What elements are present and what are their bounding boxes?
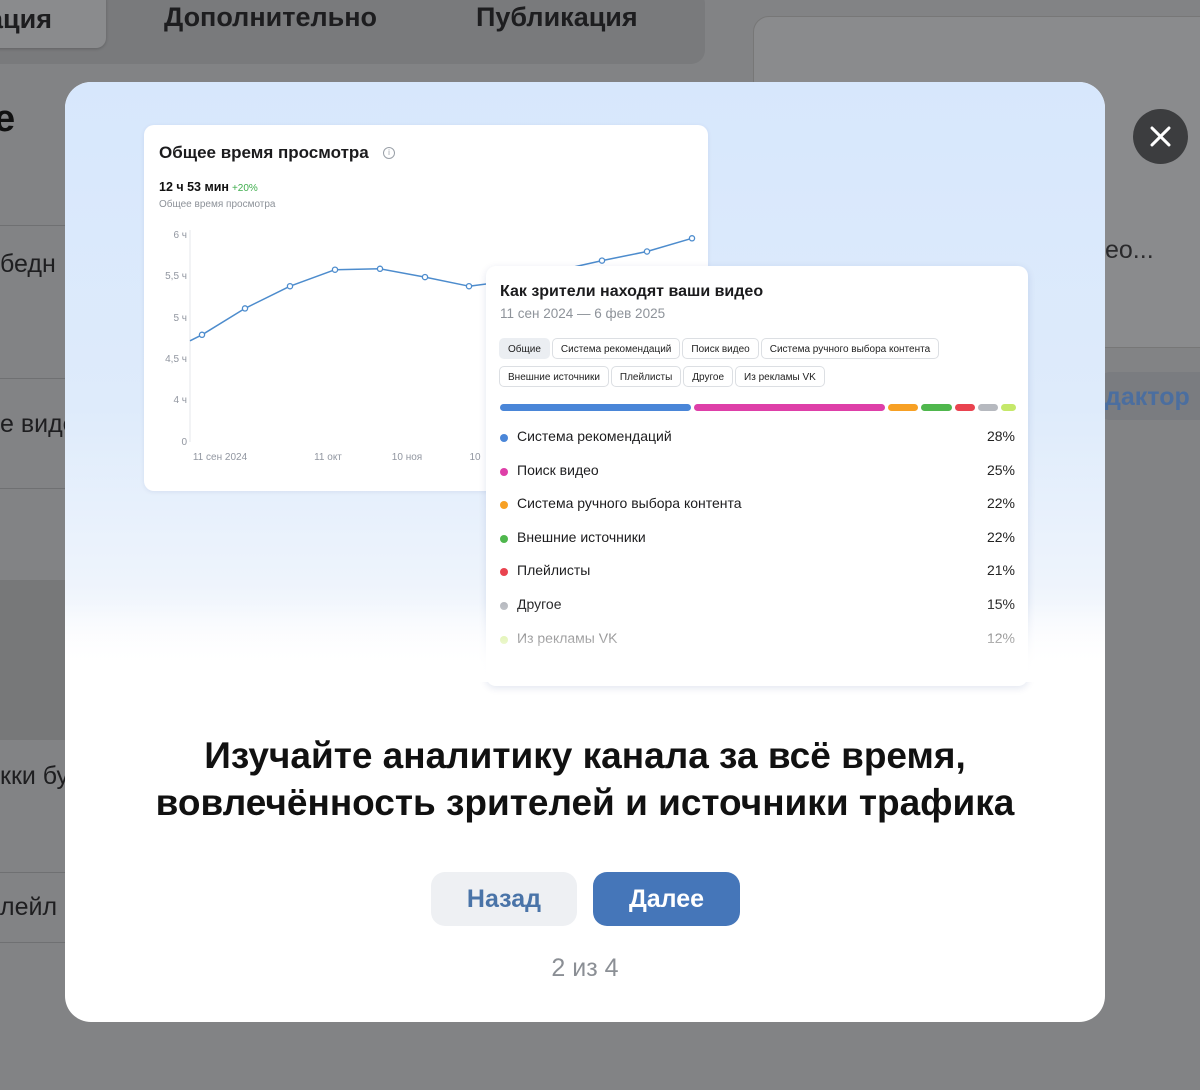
legend-row: Система ручного выбора контента 22% [500,493,1015,527]
y-tick-label: 6 ч [173,230,187,241]
stacked-bar-segment [500,404,692,411]
watchtime-data-point [198,331,206,339]
x-tick-label: 10 ноя [392,452,422,463]
background-tab-info[interactable]: мация [0,0,106,48]
source-filter-chip[interactable]: Поиск видео [682,338,759,359]
source-filter-chip[interactable]: Другое [683,366,734,387]
legend-row: Внешние источники 22% [500,527,1015,561]
watchtime-data-point [376,265,384,273]
stacked-bar-segment [977,404,998,411]
hero-fade [65,602,1105,682]
legend-label: Поиск видео [517,461,599,478]
background-editor-label: дактор [1105,383,1190,411]
step-indicator: 2 из 4 [551,954,619,982]
y-tick-label: 5 ч [173,313,187,324]
background-right-text: ео... [1105,236,1154,264]
traffic-sources-date-range: 11 сен 2024 — 6 фев 2025 [500,306,666,321]
background-divider [0,378,66,379]
watchtime-data-point [598,257,606,264]
legend-dot [500,434,508,442]
watchtime-data-point [331,266,339,273]
legend-dot [500,568,508,577]
y-tick-label: 0 [181,437,187,448]
source-filter-chips: Общие Система рекомендаций Поиск видео Сист… [499,338,999,394]
background-divider [0,225,66,226]
stacked-bar-segment [888,404,919,411]
legend-label: Внешние источники [517,528,646,545]
background-divider [0,872,66,873]
background-divider [0,488,66,489]
source-filter-chip[interactable]: Система рекомендаций [551,338,681,359]
source-filter-chip[interactable]: Общие [499,338,550,359]
legend-label: Плейлисты [517,562,591,579]
legend-label: Система рекомендаций [517,428,672,444]
watchtime-data-point [465,282,473,290]
background-tab-publication[interactable]: Публикация [476,2,638,33]
y-tick-label: 4 ч [173,395,187,406]
headline-line-1: Изучайте аналитику канала за всё время, [204,735,966,776]
stacked-bar-segment [921,404,952,411]
background-divider [0,942,66,943]
legend-value: 28% [986,428,1015,444]
headline-line-2: вовлечённость зрителей и источники трафи… [155,782,1015,823]
modal-headline: Изучайте аналитику канала за всё время, … [65,732,1105,826]
x-tick-label: 11 окт [314,452,342,463]
close-icon[interactable] [1133,109,1188,164]
y-tick-label: 5,5 ч [165,271,187,282]
watchtime-data-point [643,248,651,255]
watchtime-data-point [421,273,429,281]
back-button[interactable]: Назад [431,872,577,926]
onboarding-modal: Общее время просмотра i 12 ч 53 мин +20% … [65,82,1105,1022]
source-filter-chip[interactable]: Система ручного выбора контента [760,338,940,359]
background-tab-label: мация [0,4,52,34]
legend-dot [500,501,508,510]
x-tick-label: 10 [469,452,481,463]
stacked-bar-segment [954,404,975,411]
background-row: лейл [0,893,58,921]
background-row: кки бу [0,762,66,790]
hero-illustration: Общее время просмотра i 12 ч 53 мин +20% … [65,82,1105,686]
source-filter-chip[interactable]: Из рекламы VK [735,366,825,387]
legend-dot [500,467,508,476]
traffic-sources-title: Как зрители находят ваши видео [500,283,764,300]
background-block [0,580,66,740]
legend-dot [500,534,508,543]
legend-value: 21% [986,562,1015,579]
legend-row: Плейлисты 21% [500,560,1015,594]
next-button[interactable]: Далее [593,872,740,926]
background-row: бедн [0,250,56,278]
stacked-bar-segment [694,404,886,411]
x-tick-label: 11 сен 2024 [193,452,248,463]
background-row: е виде [0,410,66,438]
legend-label: Система ручного выбора контента [517,495,742,512]
watchtime-data-point [241,305,249,312]
legend-value: 25% [986,461,1015,478]
legend-row: Поиск видео 25% [500,460,1015,494]
legend-row: Система рекомендаций 28% [500,426,1015,460]
legend-value: 22% [986,495,1015,512]
source-filter-chip[interactable]: Внешние источники [499,366,609,387]
sources-stacked-bar [500,404,1016,411]
stacked-bar-segment [1000,404,1016,411]
watchtime-data-point [688,235,696,242]
background-tab-bar: мация Дополнительно Публикация [0,0,705,64]
legend-value: 22% [986,528,1015,545]
source-filter-chip[interactable]: Плейлисты [610,366,682,387]
watchtime-data-point [286,282,294,290]
background-tab-additional[interactable]: Дополнительно [164,2,377,33]
y-tick-label: 4,5 ч [165,354,187,365]
background-heading: е [0,98,16,140]
